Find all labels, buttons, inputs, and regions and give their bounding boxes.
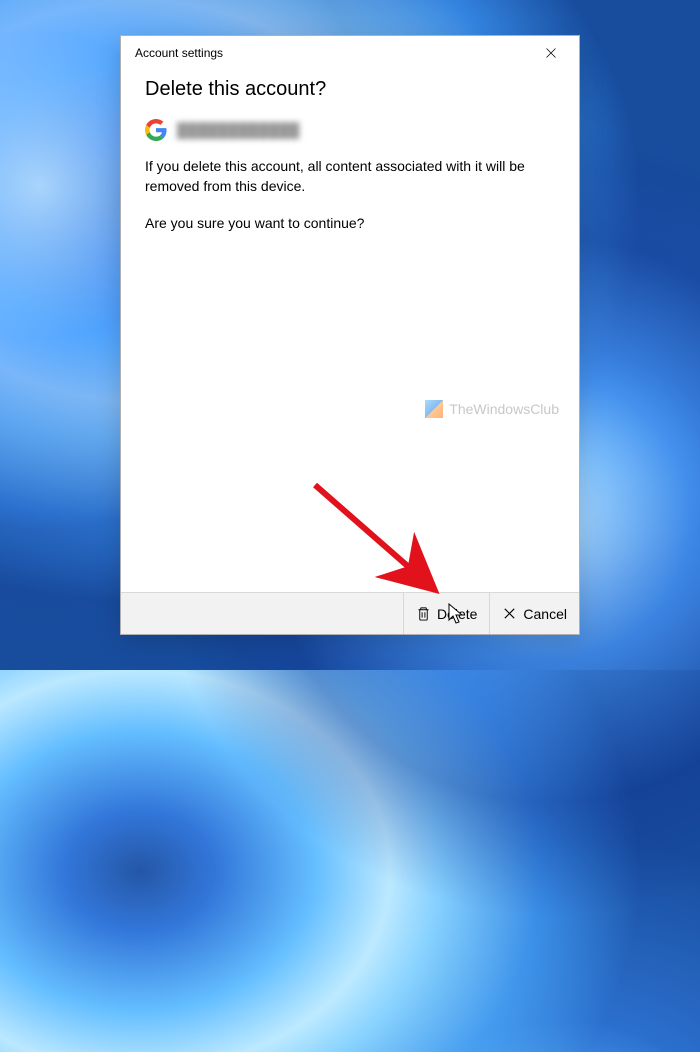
dialog-heading: Delete this account? — [145, 78, 555, 101]
dialog-content: Delete this account? ████████████ If you… — [121, 70, 579, 592]
cancel-button-label: Cancel — [523, 606, 567, 622]
account-settings-dialog: Account settings Delete this account? ██… — [120, 35, 580, 635]
account-email: ████████████ — [177, 122, 300, 138]
watermark: TheWindowsClub — [425, 400, 559, 418]
close-button[interactable] — [537, 39, 565, 67]
cancel-button[interactable]: Cancel — [489, 593, 579, 634]
window-title: Account settings — [135, 46, 537, 60]
delete-button[interactable]: Delete — [403, 593, 489, 634]
dialog-body-1: If you delete this account, all content … — [145, 157, 555, 196]
titlebar: Account settings — [121, 36, 579, 70]
watermark-text: TheWindowsClub — [449, 401, 559, 417]
cancel-icon — [502, 606, 517, 621]
google-icon — [145, 119, 167, 141]
account-row: ████████████ — [145, 119, 555, 141]
dialog-footer: Delete Cancel — [121, 592, 579, 634]
dialog-body-2: Are you sure you want to continue? — [145, 214, 555, 234]
close-icon — [545, 47, 557, 59]
watermark-icon — [425, 400, 443, 418]
delete-button-label: Delete — [437, 606, 477, 622]
trash-icon — [416, 606, 431, 621]
